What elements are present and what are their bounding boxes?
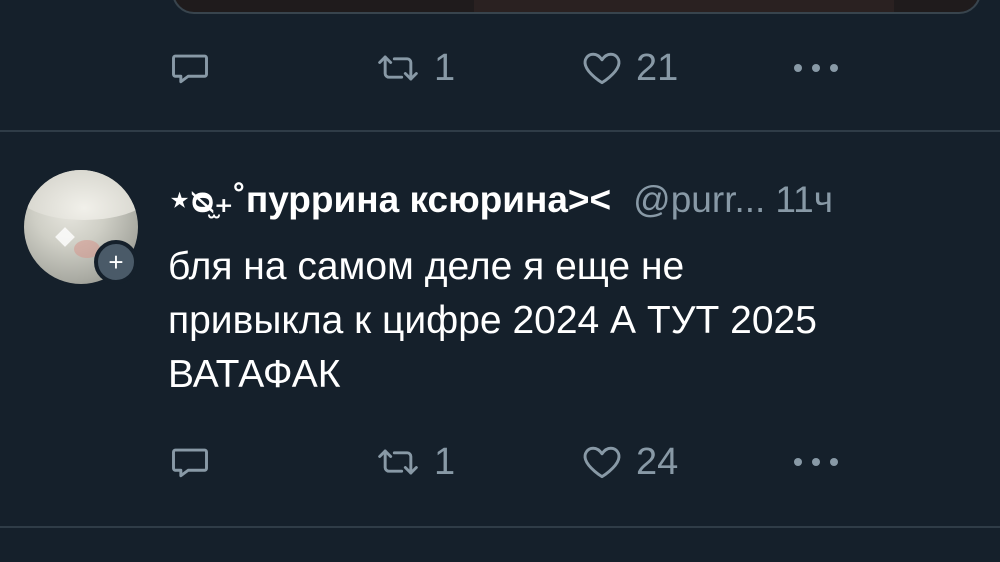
- retweet-count: 1: [434, 46, 456, 89]
- author-handle[interactable]: @purr...: [633, 179, 765, 221]
- follow-plus-icon[interactable]: +: [94, 240, 138, 284]
- more-icon: [794, 458, 838, 466]
- tweet-divider: [0, 526, 1000, 528]
- tweet-text: бля на самом деле я еще не привыкла к ци…: [168, 240, 988, 402]
- reply-button[interactable]: [168, 38, 224, 98]
- more-button[interactable]: [790, 432, 842, 492]
- tweet-text-line: привыкла к цифре 2024 А ТУТ 2025: [168, 299, 817, 342]
- retweet-button[interactable]: 1: [374, 432, 455, 492]
- more-button[interactable]: [790, 38, 842, 98]
- retweet-icon: [378, 55, 418, 81]
- tweet-text-line: ВАТАФАК: [168, 353, 341, 396]
- tweet-actions: 1 24: [0, 432, 1000, 492]
- author-display-name[interactable]: ⋆ᴓ̫₊˚пуррина ксюрина><: [168, 178, 611, 221]
- like-button[interactable]: 24: [580, 432, 678, 492]
- more-icon: [794, 64, 838, 72]
- reply-icon: [172, 448, 208, 478]
- retweet-count: 1: [434, 440, 456, 483]
- heart-icon: [583, 446, 621, 479]
- previous-tweet-actions: 1 21: [0, 38, 1000, 98]
- reply-button[interactable]: [168, 432, 224, 492]
- tweet-divider: [0, 130, 1000, 132]
- avatar[interactable]: +: [24, 170, 140, 286]
- previous-tweet-media[interactable]: [172, 0, 981, 14]
- retweet-icon: [378, 449, 418, 475]
- like-count: 21: [636, 46, 679, 89]
- tweet-header: ⋆ᴓ̫₊˚пуррина ксюрина>< @purr... 11ч: [168, 178, 833, 221]
- timeline: 1 21 + ⋆ᴓ̫₊˚пуррина ксюрина>< @purr... 1…: [0, 0, 1000, 562]
- like-count: 24: [636, 440, 679, 483]
- media-shade: [474, 0, 894, 12]
- like-button[interactable]: 21: [580, 38, 678, 98]
- retweet-button[interactable]: 1: [374, 38, 455, 98]
- heart-icon: [583, 52, 621, 85]
- tweet-time[interactable]: 11ч: [775, 179, 833, 221]
- reply-icon: [172, 54, 208, 84]
- tweet-text-line: бля на самом деле я еще не: [168, 245, 685, 288]
